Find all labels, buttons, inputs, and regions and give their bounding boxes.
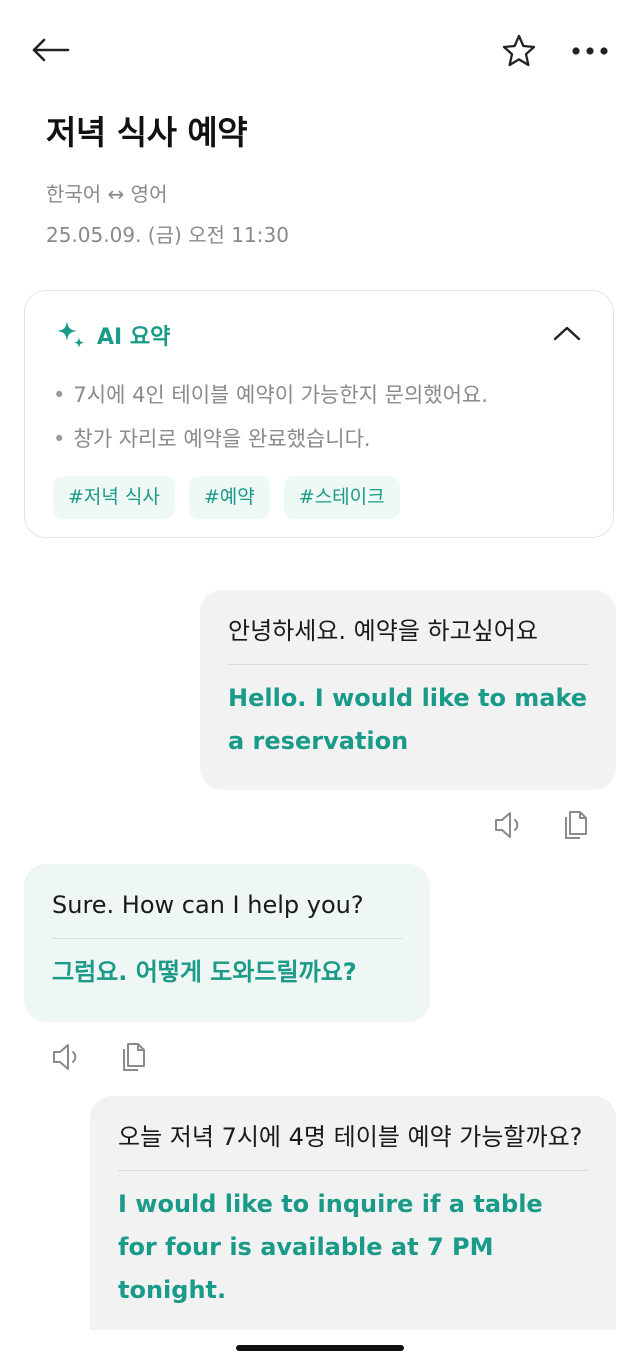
language-pair: 한국어 ↔ 영어 bbox=[46, 182, 168, 206]
sparkle-icon bbox=[57, 321, 84, 348]
star-outline-icon bbox=[502, 34, 536, 67]
message-actions bbox=[490, 806, 594, 844]
tag-steak[interactable]: #스테이크 bbox=[283, 476, 400, 519]
collapse-summary-button[interactable] bbox=[547, 313, 587, 353]
message-bubble-sent: 오늘 저녁 7시에 4명 테이블 예약 가능할까요? I would like … bbox=[90, 1096, 616, 1356]
more-options-button[interactable] bbox=[566, 28, 614, 74]
speaker-icon bbox=[495, 812, 519, 838]
message-divider bbox=[52, 938, 402, 939]
copy-icon bbox=[123, 1043, 145, 1071]
tag-reservation[interactable]: #예약 bbox=[188, 476, 270, 519]
ai-summary-card: AI 요약 7시에 4인 테이블 예약이 가능한지 문의했어요. 창가 자리로 … bbox=[24, 290, 614, 538]
page-title: 저녁 식사 예약 bbox=[46, 113, 248, 152]
message-translation-text: Hello. I would like to make a reservatio… bbox=[228, 684, 588, 755]
arrow-left-icon bbox=[32, 38, 70, 62]
copy-icon bbox=[565, 811, 587, 839]
speak-button[interactable] bbox=[48, 1038, 86, 1076]
message-bubble-received: Sure. How can I help you? 그럼요. 어떻게 도와드릴까… bbox=[24, 864, 430, 1022]
home-indicator[interactable] bbox=[236, 1345, 404, 1351]
back-button[interactable] bbox=[24, 28, 76, 72]
message-divider bbox=[228, 664, 588, 665]
summary-tags: #저녁 식사 #예약 #스테이크 bbox=[53, 476, 400, 519]
summary-bullet: 7시에 4인 테이블 예약이 가능한지 문의했어요. bbox=[53, 373, 488, 417]
speaker-icon bbox=[53, 1044, 77, 1070]
message-divider bbox=[118, 1170, 588, 1171]
message-original-text: Sure. How can I help you? bbox=[52, 891, 364, 919]
ai-summary-header: AI 요약 bbox=[55, 319, 170, 351]
chevron-up-icon bbox=[553, 326, 581, 341]
favorite-button[interactable] bbox=[496, 28, 542, 74]
ai-summary-title: AI 요약 bbox=[97, 325, 171, 350]
message-actions bbox=[48, 1038, 152, 1076]
message-original-text: 오늘 저녁 7시에 4명 테이블 예약 가능할까요? bbox=[118, 1123, 583, 1151]
copy-button[interactable] bbox=[556, 806, 594, 844]
summary-bullet: 창가 자리로 예약을 완료했습니다. bbox=[53, 417, 488, 461]
copy-button[interactable] bbox=[114, 1038, 152, 1076]
summary-bullet-list: 7시에 4인 테이블 예약이 가능한지 문의했어요. 창가 자리로 예약을 완료… bbox=[53, 373, 488, 461]
message-translation-text: I would like to inquire if a table for f… bbox=[118, 1190, 543, 1304]
message-translation-text: 그럼요. 어떻게 도와드릴까요? bbox=[52, 958, 357, 986]
more-horizontal-icon bbox=[572, 47, 608, 55]
message-original-text: 안녕하세요. 예약을 하고싶어요 bbox=[228, 617, 538, 645]
top-bar bbox=[0, 0, 640, 100]
tag-dinner[interactable]: #저녁 식사 bbox=[53, 476, 175, 519]
conversation-timestamp: 25.05.09. (금) 오전 11:30 bbox=[46, 223, 289, 247]
message-bubble-sent: 안녕하세요. 예약을 하고싶어요 Hello. I would like to … bbox=[200, 590, 616, 790]
conversation-detail-screen: 저녁 식사 예약 한국어 ↔ 영어 25.05.09. (금) 오전 11:30… bbox=[0, 0, 640, 1367]
speak-button[interactable] bbox=[490, 806, 528, 844]
